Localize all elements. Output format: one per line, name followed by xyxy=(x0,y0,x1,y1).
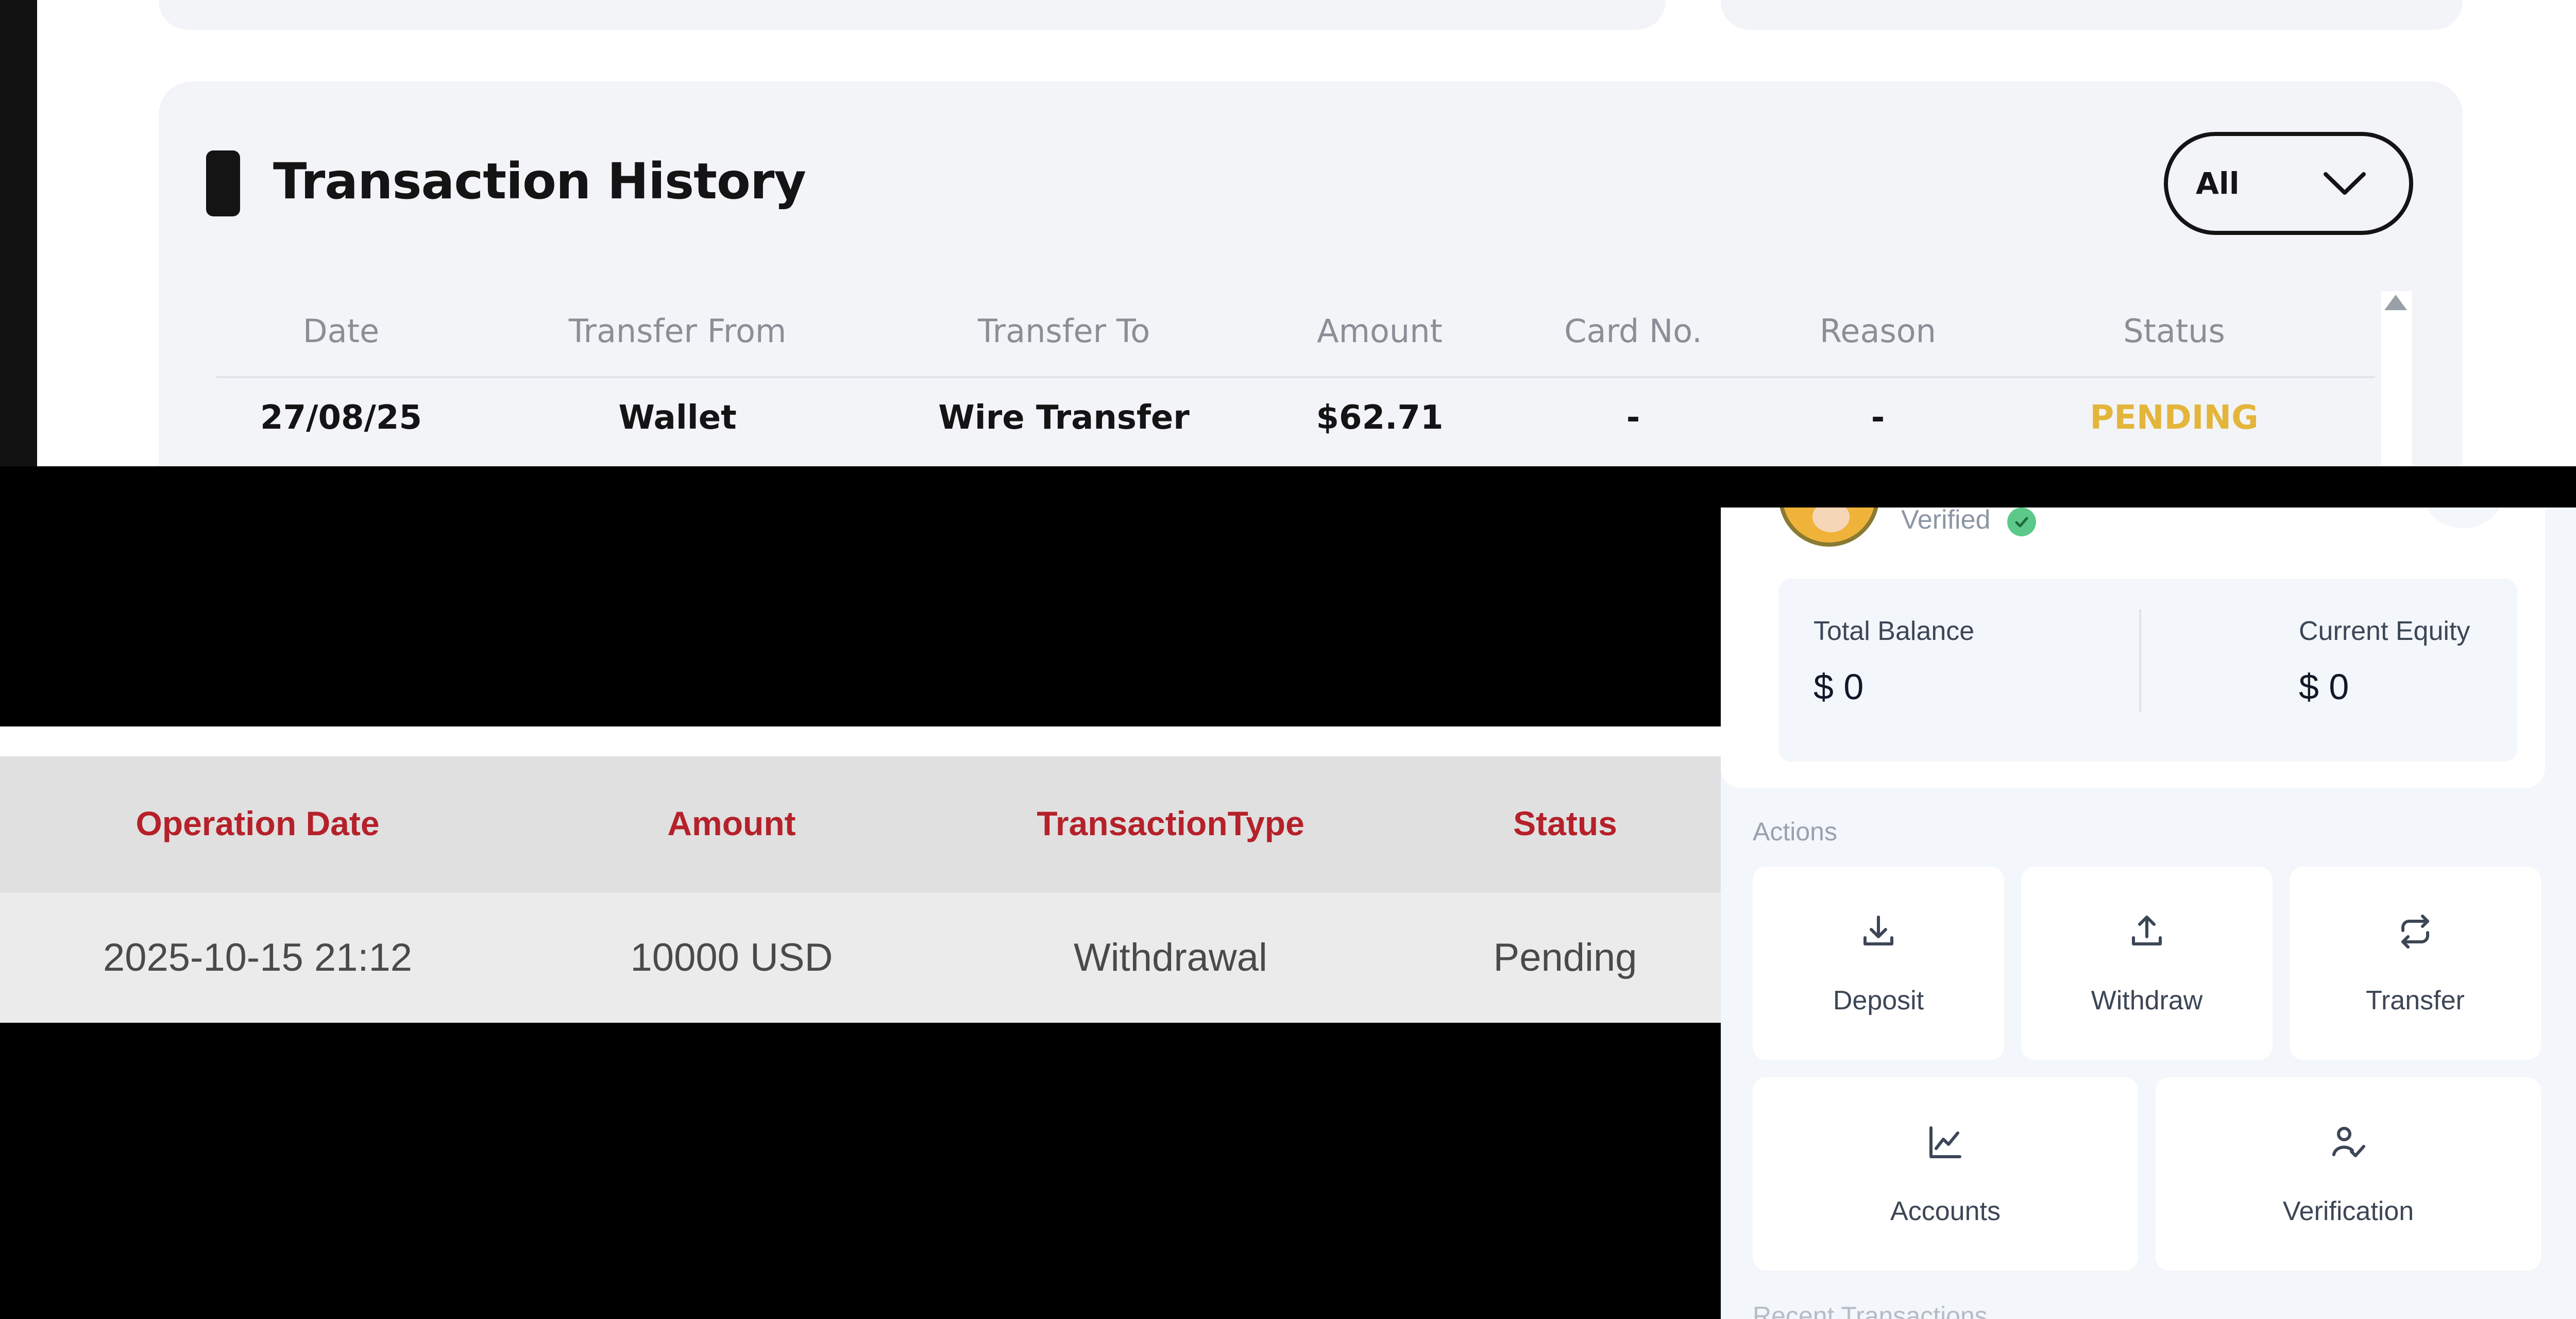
total-balance-label: Total Balance xyxy=(1814,616,1975,646)
actions-heading: Actions xyxy=(1753,817,1837,846)
black-area-top xyxy=(0,466,1721,726)
repeat-icon xyxy=(2401,915,2429,949)
withdraw-button[interactable]: Withdraw xyxy=(2021,867,2273,1060)
transaction-history-table: Date Transfer From Transfer To Amount Ca… xyxy=(216,289,2375,437)
cell-transfer-to: Wire Transfer xyxy=(938,399,1190,437)
current-equity-label: Current Equity xyxy=(2299,616,2470,646)
cell-date: 27/08/25 xyxy=(260,399,422,437)
cell-reason: - xyxy=(1871,399,1885,437)
deposit-button[interactable]: Deposit xyxy=(1753,867,2004,1060)
card-stub-left xyxy=(159,0,1666,30)
balance-summary: Total Balance $ 0 Current Equity $ 0 xyxy=(1778,579,2517,762)
left-dark-strip xyxy=(0,0,37,466)
status-badge: PENDING xyxy=(2090,399,2259,437)
filter-selected-value: All xyxy=(2196,166,2240,201)
page-title: Transaction History xyxy=(273,153,806,210)
column-header-operation-date[interactable]: Operation Date xyxy=(135,804,379,843)
accounts-button[interactable]: Accounts xyxy=(1753,1077,2138,1271)
cell-transaction-type: Withdrawal xyxy=(1074,936,1267,979)
avatar[interactable] xyxy=(1778,508,1879,547)
current-equity-value: $ 0 xyxy=(2299,667,2349,707)
upload-icon xyxy=(2132,916,2162,945)
profile-menu-button[interactable] xyxy=(2425,508,2502,528)
accounts-label: Accounts xyxy=(1890,1196,2001,1226)
user-check-icon xyxy=(2332,1127,2365,1157)
cell-card-no: - xyxy=(1626,399,1640,437)
cell-amount: $62.71 xyxy=(1316,399,1444,437)
recent-transactions-heading: Recent Transactions xyxy=(1753,1301,1988,1319)
download-icon xyxy=(1863,916,1893,945)
withdraw-label: Withdraw xyxy=(2091,986,2203,1016)
column-header-amount[interactable]: Amount xyxy=(667,804,795,843)
card-icon xyxy=(206,150,240,216)
card-stub-right xyxy=(1721,0,2463,30)
transfer-label: Transfer xyxy=(2366,986,2465,1016)
operations-table-header: Operation Date Amount TransactionType St… xyxy=(0,756,1721,893)
cell-transfer-from: Wallet xyxy=(618,399,737,437)
avatar-face xyxy=(1812,508,1850,532)
scroll-up-arrow-icon[interactable] xyxy=(2384,295,2407,310)
deposit-label: Deposit xyxy=(1833,986,1924,1016)
column-header-status[interactable]: Status xyxy=(1513,804,1617,843)
check-circle-icon xyxy=(2007,508,2036,536)
cell-amount: 10000 USD xyxy=(630,936,833,979)
filter-dropdown[interactable]: All xyxy=(2164,132,2413,235)
cell-operation-date: 2025-10-15 21:12 xyxy=(103,936,413,979)
transaction-history-panel: Transaction History All Date Transfer Fr… xyxy=(0,0,2576,466)
table-header-divider xyxy=(216,376,2375,378)
wallet-panel: Verified Total Balance $ 0 Current Equit… xyxy=(1721,508,2576,1319)
table-row[interactable]: 27/08/25 Wallet Wire Transfer $62.71 - -… xyxy=(216,289,2375,437)
black-area-bottom xyxy=(0,1023,1721,1319)
white-gap xyxy=(0,726,1721,756)
chevron-down-icon xyxy=(2324,172,2366,195)
cell-status: Pending xyxy=(1493,936,1637,979)
verified-label: Verified xyxy=(1901,508,1991,535)
balance-divider xyxy=(2139,610,2141,713)
scrollbar[interactable] xyxy=(2381,291,2412,466)
transfer-button[interactable]: Transfer xyxy=(2290,867,2541,1060)
chart-line-icon xyxy=(1929,1126,1961,1158)
table-row[interactable]: 2025-10-15 21:12 10000 USD Withdrawal Pe… xyxy=(0,893,1721,1023)
total-balance-value: $ 0 xyxy=(1814,667,1864,707)
verification-button[interactable]: Verification xyxy=(2156,1077,2541,1271)
profile-card: Verified Total Balance $ 0 Current Equit… xyxy=(1721,508,2545,788)
verification-label: Verification xyxy=(2282,1196,2414,1226)
column-header-transaction-type[interactable]: TransactionType xyxy=(1037,804,1304,843)
